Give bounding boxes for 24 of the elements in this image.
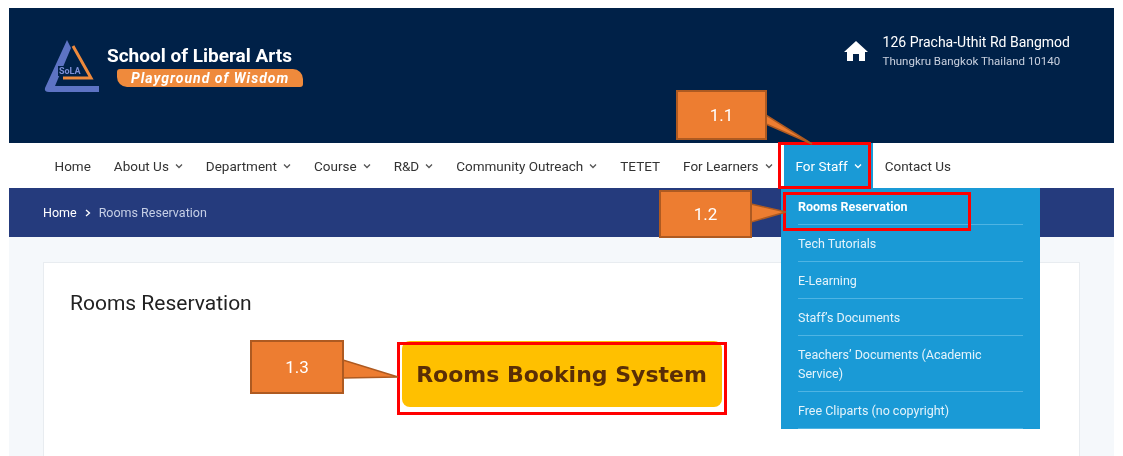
home-icon <box>842 39 869 62</box>
nav-item[interactable]: TETET <box>608 143 672 188</box>
breadcrumb-current: Rooms Reservation <box>98 205 207 220</box>
nav-item[interactable]: Course <box>302 143 383 188</box>
nav-item[interactable]: R&D <box>382 143 445 188</box>
nav-item[interactable]: About Us <box>102 143 195 188</box>
site-tagline: Playground of Wisdom <box>117 69 304 87</box>
callout-label: 1.2 <box>659 190 752 238</box>
nav-item[interactable]: Home <box>43 143 103 188</box>
callout-pointer <box>765 113 813 145</box>
callout-pointer <box>342 359 399 379</box>
address-line: Thungkru Bangkok Thailand 10140 <box>882 53 1062 68</box>
nav-item[interactable]: Department <box>194 143 303 188</box>
callout-pointer <box>750 203 787 223</box>
chevron-right-icon <box>84 208 91 217</box>
logo-mark-text: SoLA <box>58 65 82 76</box>
breadcrumb-link[interactable]: Home <box>43 205 77 220</box>
address-line: 126 Pracha-Uthit Rd Bangmod <box>882 33 1070 50</box>
callout-label: 1.3 <box>250 340 344 394</box>
nav-item[interactable]: Community Outreach <box>444 143 609 188</box>
page-title: Rooms Reservation <box>70 291 252 315</box>
site-title[interactable]: School of Liberal Arts <box>107 44 304 67</box>
booking-button[interactable]: Rooms Booking System <box>401 341 722 407</box>
nav-item[interactable]: Contact Us <box>873 143 963 188</box>
